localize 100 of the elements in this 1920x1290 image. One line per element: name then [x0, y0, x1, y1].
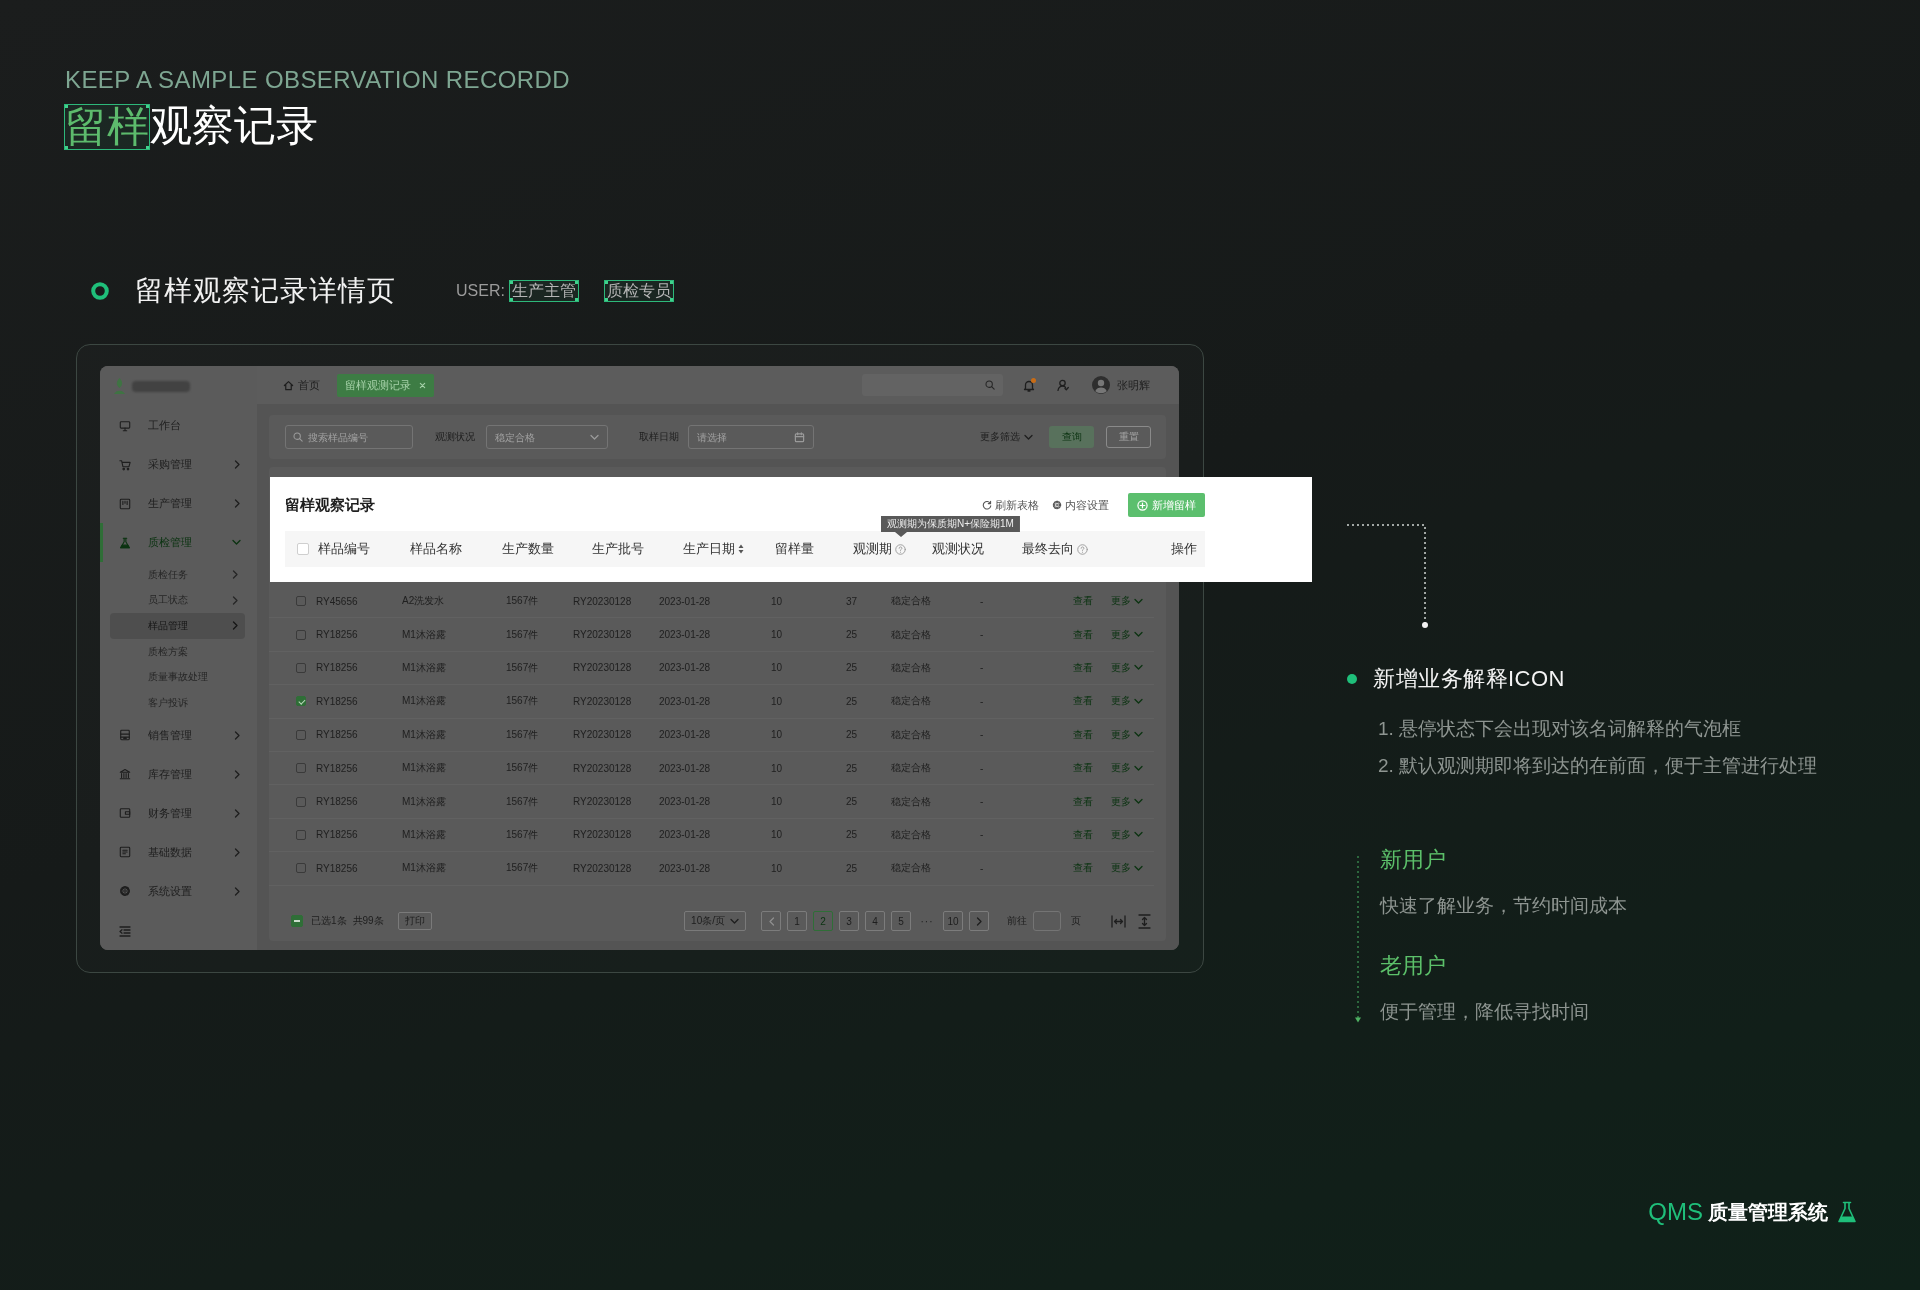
- column-header: 观测状况: [932, 540, 984, 558]
- row-checkbox[interactable]: [296, 662, 306, 673]
- avatar-icon[interactable]: [1092, 376, 1110, 394]
- help-icon[interactable]: [895, 543, 906, 555]
- tooltip: 观测期为保质期N+保险期1M: [881, 516, 1020, 537]
- table-cell-text: -: [980, 762, 985, 774]
- table-cell-text: RY20230128: [573, 629, 633, 641]
- table-title: 留样观察记录: [285, 495, 375, 515]
- bell-icon[interactable]: [1023, 378, 1035, 392]
- view-link[interactable]: 查看: [1073, 594, 1111, 609]
- row-checkbox[interactable]: [296, 596, 306, 607]
- status-select[interactable]: 稳定合格: [486, 425, 608, 449]
- page-button[interactable]: 3: [839, 911, 859, 931]
- user-group-title: 新用户: [1380, 846, 1446, 874]
- table-cell-text: RY18256: [316, 729, 359, 741]
- row-height-icon[interactable]: [1138, 913, 1151, 929]
- column-header: 留样量: [775, 540, 814, 558]
- cabinet-icon: [119, 729, 131, 742]
- menu-fold-icon[interactable]: [119, 925, 131, 937]
- page-jump-field[interactable]: [1033, 911, 1061, 931]
- more-dropdown[interactable]: 更多: [1111, 827, 1154, 842]
- chevron-down-icon: [590, 434, 599, 441]
- page-button[interactable]: 10: [943, 911, 963, 931]
- sort-icon[interactable]: [738, 544, 744, 554]
- table-cell-text: 2023-01-28: [659, 662, 712, 674]
- reset-button[interactable]: 重置: [1106, 426, 1151, 448]
- cart-icon: [119, 458, 131, 471]
- more-dropdown[interactable]: 更多: [1111, 861, 1154, 876]
- help-icon[interactable]: [1077, 543, 1088, 555]
- flask-icon: [1837, 1201, 1857, 1223]
- view-link[interactable]: 查看: [1073, 694, 1111, 709]
- user-role-tag: 质检专员: [603, 280, 674, 302]
- more-pages-button[interactable]: ···: [917, 911, 937, 931]
- column-header: 生产日期: [683, 540, 735, 558]
- table-cell-text: RY18256: [316, 762, 359, 774]
- view-link[interactable]: 查看: [1073, 861, 1111, 876]
- chevron-down-icon: [1134, 764, 1143, 772]
- refresh-button[interactable]: 刷新表格: [982, 497, 1039, 513]
- blurred-logo-text: [132, 380, 190, 392]
- settings-button[interactable]: 内容设置: [1052, 497, 1109, 513]
- more-dropdown[interactable]: 更多: [1111, 660, 1154, 675]
- monitor-icon: [119, 419, 131, 432]
- table-cell-text: 2023-01-28: [659, 695, 712, 707]
- chevron-left-icon: [767, 916, 775, 926]
- next-page-button[interactable]: [969, 911, 989, 931]
- column-header: 生产数量: [502, 540, 554, 558]
- view-link[interactable]: 查看: [1073, 627, 1111, 642]
- table-cell-text: -: [980, 662, 985, 674]
- table-cell-text: 2023-01-28: [659, 862, 712, 874]
- view-link[interactable]: 查看: [1073, 794, 1111, 809]
- table-cell-text: RY18256: [316, 629, 359, 641]
- table-cell-text: 2023-01-28: [659, 595, 712, 607]
- date-picker[interactable]: 请选择: [688, 425, 814, 449]
- row-checkbox[interactable]: [296, 696, 306, 707]
- add-sample-button[interactable]: 新增留样: [1128, 493, 1205, 517]
- chevron-down-icon: [1134, 798, 1143, 806]
- table-cell-text: RY18256: [316, 829, 359, 841]
- view-link[interactable]: 查看: [1073, 727, 1111, 742]
- row-checkbox[interactable]: [296, 863, 306, 874]
- person-icon[interactable]: [1057, 379, 1069, 391]
- title-highlight: 留样: [64, 104, 150, 150]
- page-button[interactable]: 2: [813, 911, 833, 931]
- calendar-icon: [794, 432, 805, 443]
- more-dropdown[interactable]: 更多: [1111, 594, 1154, 609]
- user-group-text: 快速了解业务，节约时间成本: [1380, 894, 1627, 918]
- page-tab[interactable]: 留样观测记录: [337, 373, 434, 397]
- refresh-icon: [982, 500, 992, 510]
- page-button[interactable]: 4: [865, 911, 885, 931]
- more-dropdown[interactable]: 更多: [1111, 727, 1154, 742]
- bullet-dot-icon: [1347, 674, 1357, 684]
- column-header: 观测期: [853, 540, 892, 558]
- row-checkbox[interactable]: [296, 796, 306, 807]
- select-all-checkbox[interactable]: [291, 915, 303, 927]
- section-title: 留样观察记录详情页: [135, 274, 396, 308]
- table-cell-text: -: [980, 862, 985, 874]
- more-dropdown[interactable]: 更多: [1111, 627, 1154, 642]
- search-field[interactable]: [862, 374, 1003, 396]
- more-dropdown[interactable]: 更多: [1111, 761, 1154, 776]
- column-width-icon[interactable]: [1111, 914, 1126, 928]
- view-link[interactable]: 查看: [1073, 827, 1111, 842]
- more-dropdown[interactable]: 更多: [1111, 794, 1154, 809]
- logo-icon: [113, 377, 126, 395]
- row-checkbox[interactable]: [296, 763, 306, 774]
- row-checkbox[interactable]: [296, 829, 306, 840]
- row-checkbox[interactable]: [296, 629, 306, 640]
- chevron-right-icon: [975, 916, 983, 926]
- view-link[interactable]: 查看: [1073, 761, 1111, 776]
- table-cell-text: RY18256: [316, 796, 359, 808]
- row-checkbox[interactable]: [296, 729, 306, 740]
- more-dropdown[interactable]: 更多: [1111, 694, 1154, 709]
- close-icon[interactable]: [419, 381, 426, 389]
- table-cell-text: 2023-01-28: [659, 729, 712, 741]
- table-cell-text: 2023-01-28: [659, 762, 712, 774]
- view-link[interactable]: 查看: [1073, 660, 1111, 675]
- table-cell-text: 2023-01-28: [659, 829, 712, 841]
- column-header: 样品名称: [410, 540, 462, 558]
- table-cell-text: -: [980, 695, 985, 707]
- chevron-down-icon: [1134, 731, 1143, 739]
- query-button[interactable]: 查询: [1049, 426, 1094, 448]
- table-cell-text: 37: [846, 595, 859, 607]
